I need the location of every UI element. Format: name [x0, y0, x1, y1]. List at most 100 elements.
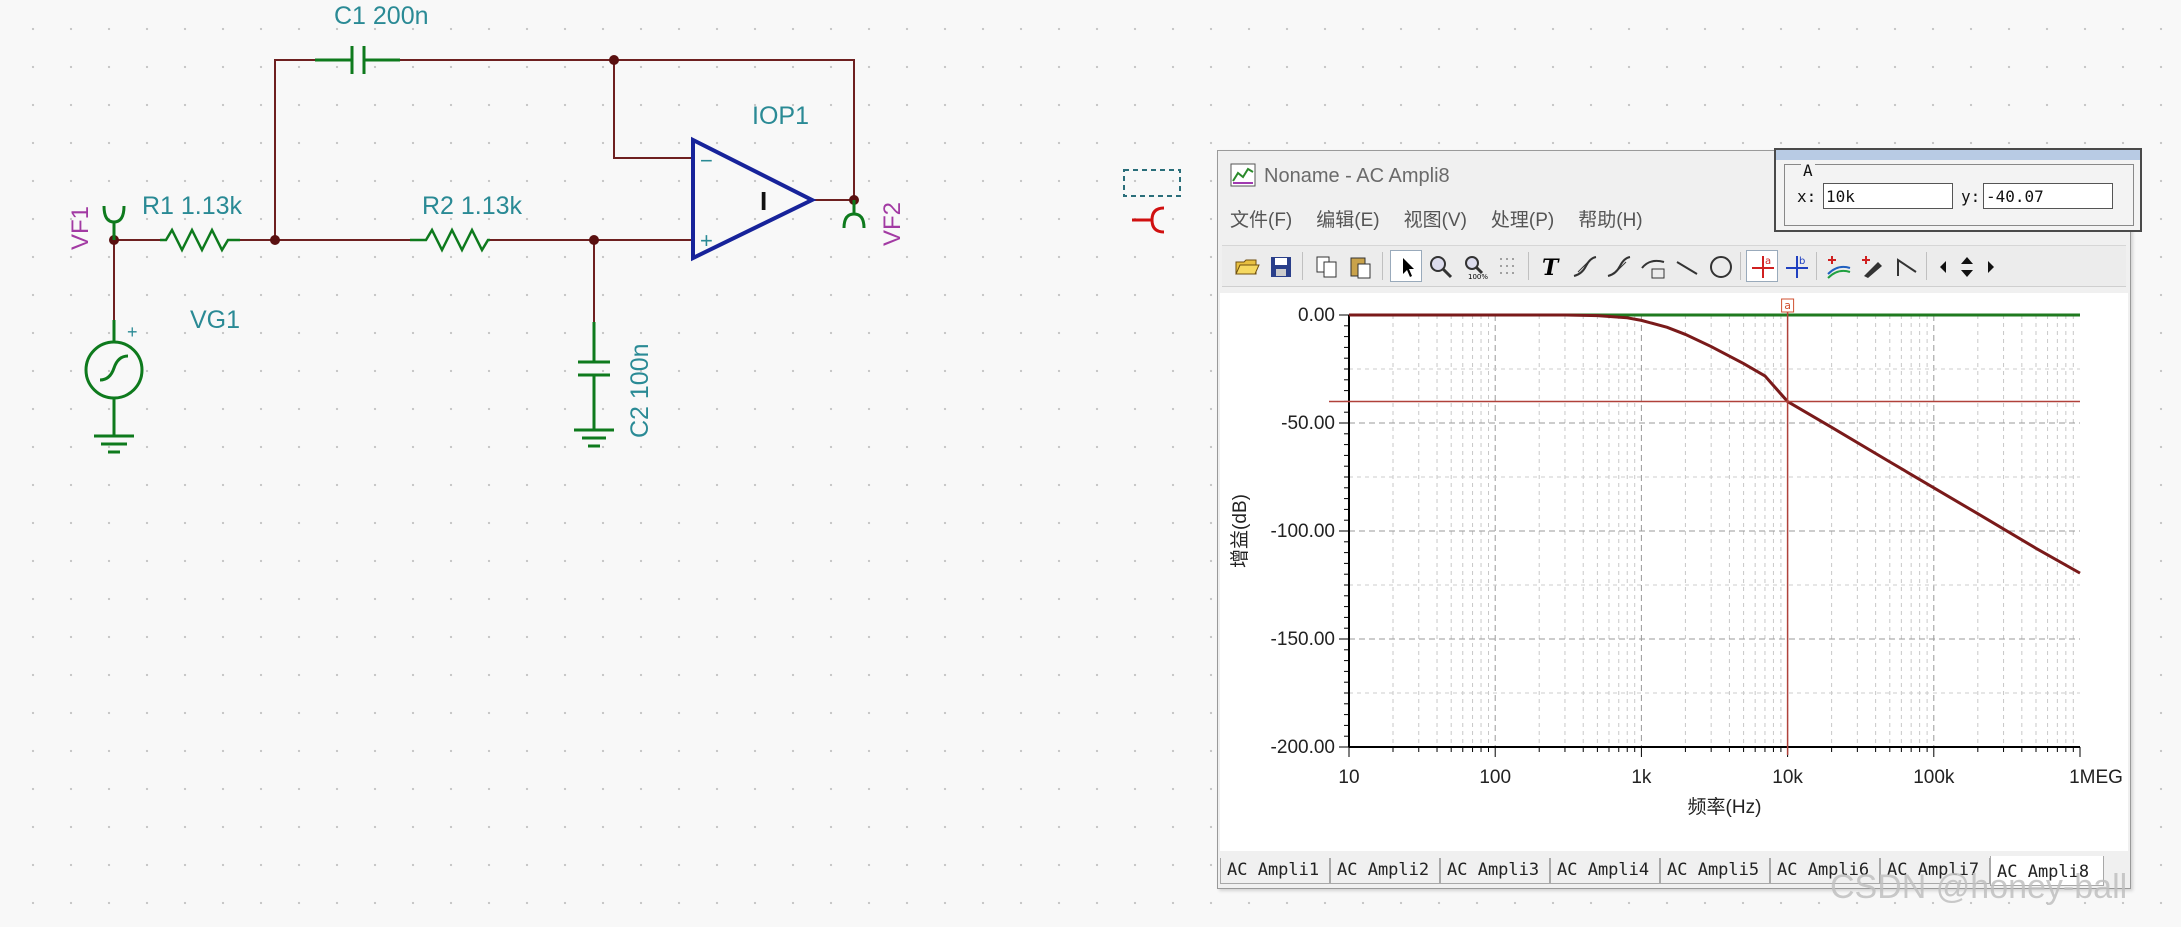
tab-ac-ampli2[interactable]: AC Ampli2 [1330, 858, 1440, 884]
y-value-field[interactable]: -40.07 [1983, 183, 2113, 209]
panel-title-bar[interactable] [1776, 150, 2140, 160]
pointer-button[interactable] [1390, 250, 1422, 282]
capacitor-c1[interactable] [315, 46, 400, 74]
toolbar: 100% T a b [1222, 245, 2126, 287]
cursor-a-cross-button[interactable]: a [1746, 250, 1778, 282]
svg-text:100%: 100% [1468, 273, 1488, 280]
x-axis-title: 频率(Hz) [1688, 796, 1762, 818]
line-button[interactable] [1670, 250, 1702, 282]
probe-connector-icon[interactable] [1132, 206, 1165, 234]
save-icon [1271, 257, 1291, 277]
cursor-b-icon [1607, 256, 1631, 277]
axes [1339, 314, 2081, 757]
menu-process[interactable]: 处理(P) [1491, 205, 1554, 235]
scroll-updown-button[interactable] [1954, 250, 1978, 282]
wires [113, 59, 855, 322]
cursor-lines[interactable]: a [1329, 298, 2080, 755]
menu-bar: 文件(F) 编辑(E) 视图(V) 处理(P) 帮助(H) [1230, 205, 1643, 235]
cursor-b-button[interactable] [1602, 250, 1634, 282]
schematic: + − + I C1 200n IOP1 R1 1.13k R2 1.13k V… [67, 2, 1181, 454]
y-tick-label: 0.00 [1298, 305, 1335, 326]
add-curve-icon [1827, 256, 1851, 279]
grid [1348, 314, 2080, 748]
save-button[interactable] [1264, 250, 1296, 282]
open-icon [1235, 259, 1260, 275]
line-icon [1676, 261, 1698, 275]
menu-view[interactable]: 视图(V) [1404, 205, 1467, 235]
capacitor-c2[interactable] [574, 322, 614, 448]
vg1-label: VG1 [190, 306, 240, 334]
text-button[interactable]: T [1534, 250, 1566, 282]
voltmeter-vf2[interactable] [842, 200, 866, 229]
x-tick-label: 10k [1772, 767, 1803, 788]
cursor-readout-panel[interactable]: A x: 10k y: -40.07 [1774, 148, 2142, 232]
svg-text:a: a [1765, 256, 1771, 267]
r2-label: R2 1.13k [422, 192, 523, 220]
scroll-right-button[interactable] [1980, 250, 2000, 282]
tab-ac-ampli3[interactable]: AC Ampli3 [1440, 858, 1550, 884]
x-value-field[interactable]: 10k [1823, 183, 1953, 209]
cursor-group-label: A [1801, 161, 1815, 180]
x-tick-label: 100k [1913, 767, 1955, 788]
selection-marquee[interactable] [1123, 169, 1181, 197]
paste-button[interactable] [1344, 250, 1376, 282]
bode-chart: a 0.00 -50.00 -100.00 -150.00 -200.0010 100 1k… [1229, 298, 2123, 818]
window-title: Noname - AC Ampli8 [1264, 165, 1450, 187]
zoom-in-button[interactable] [1424, 250, 1456, 282]
scroll-left-icon [1940, 261, 1946, 273]
tick-labels: 0.00 -50.00 -100.00 -150.00 -200.0010 100 1k 10… [1229, 305, 2123, 818]
cursor-a-icon [1573, 256, 1597, 277]
copy-button[interactable] [1310, 250, 1342, 282]
curve-label-icon [1641, 259, 1665, 279]
y-axis-title: 增益(dB) [1229, 494, 1251, 568]
marker-pen-button[interactable] [1856, 250, 1888, 282]
pointer-icon [1403, 258, 1414, 277]
y-tick-label: -50.00 [1281, 413, 1335, 434]
arrow-line-button[interactable] [1890, 250, 1922, 282]
y-tick-label: -150.00 [1271, 629, 1335, 650]
scroll-left-button[interactable] [1932, 250, 1952, 282]
x-label: x: [1797, 187, 1817, 206]
resistor-r2[interactable] [410, 227, 490, 253]
curve-label-button[interactable] [1636, 250, 1668, 282]
circle-button[interactable] [1704, 250, 1736, 282]
cursor-marker-label: a [1784, 299, 1791, 312]
zoom-100-icon: 100% [1465, 256, 1488, 280]
menu-help[interactable]: 帮助(H) [1578, 205, 1642, 235]
scroll-right-icon [1988, 261, 1994, 273]
y-label: y: [1961, 187, 1981, 206]
tab-ac-ampli4[interactable]: AC Ampli4 [1550, 858, 1660, 884]
x-tick-label: 1MEG [2069, 767, 2123, 788]
c2-label: C2 100n [626, 343, 654, 438]
cursor-b-cross-button[interactable]: b [1780, 250, 1812, 282]
x-tick-label: 100 [1479, 767, 1511, 788]
cursor-a-cross-icon: a [1752, 256, 1774, 278]
resistor-r1[interactable] [160, 227, 240, 253]
r1-label: R1 1.13k [142, 192, 243, 220]
opamp-symbol: I [760, 186, 767, 216]
menu-edit[interactable]: 编辑(E) [1316, 205, 1379, 235]
add-curve-button[interactable] [1822, 250, 1854, 282]
grid-button[interactable] [1492, 250, 1524, 282]
c1-label: C1 200n [334, 2, 429, 30]
y-tick-label: -200.00 [1271, 737, 1335, 758]
zoom-in-icon [1430, 256, 1453, 279]
copy-icon [1316, 256, 1337, 278]
vf2-label: VF2 [879, 202, 906, 246]
text-icon: T [1542, 255, 1560, 280]
voltmeter-vf1[interactable] [102, 205, 126, 240]
opamp-minus-sign: − [700, 148, 713, 173]
svg-text:T: T [1542, 255, 1560, 280]
bode-plot-window[interactable]: Noname - AC Ampli8 文件(F) 编辑(E) 视图(V) 处理(… [1217, 150, 2131, 889]
marker-pen-icon [1862, 256, 1882, 278]
zoom-100-button[interactable]: 100% [1458, 250, 1490, 282]
tab-ac-ampli1[interactable]: AC Ampli1 [1220, 858, 1330, 884]
menu-file[interactable]: 文件(F) [1230, 205, 1292, 235]
opamp-plus-sign: + [700, 228, 713, 253]
tab-ac-ampli5[interactable]: AC Ampli5 [1660, 858, 1770, 884]
svg-text:b: b [1799, 256, 1805, 267]
cursor-a-button[interactable] [1568, 250, 1600, 282]
plot-area[interactable]: a 0.00 -50.00 -100.00 -150.00 -200.00 10 100 1k… [1220, 293, 2128, 851]
source-plus-sign: + [127, 322, 138, 342]
open-button[interactable] [1230, 250, 1262, 282]
